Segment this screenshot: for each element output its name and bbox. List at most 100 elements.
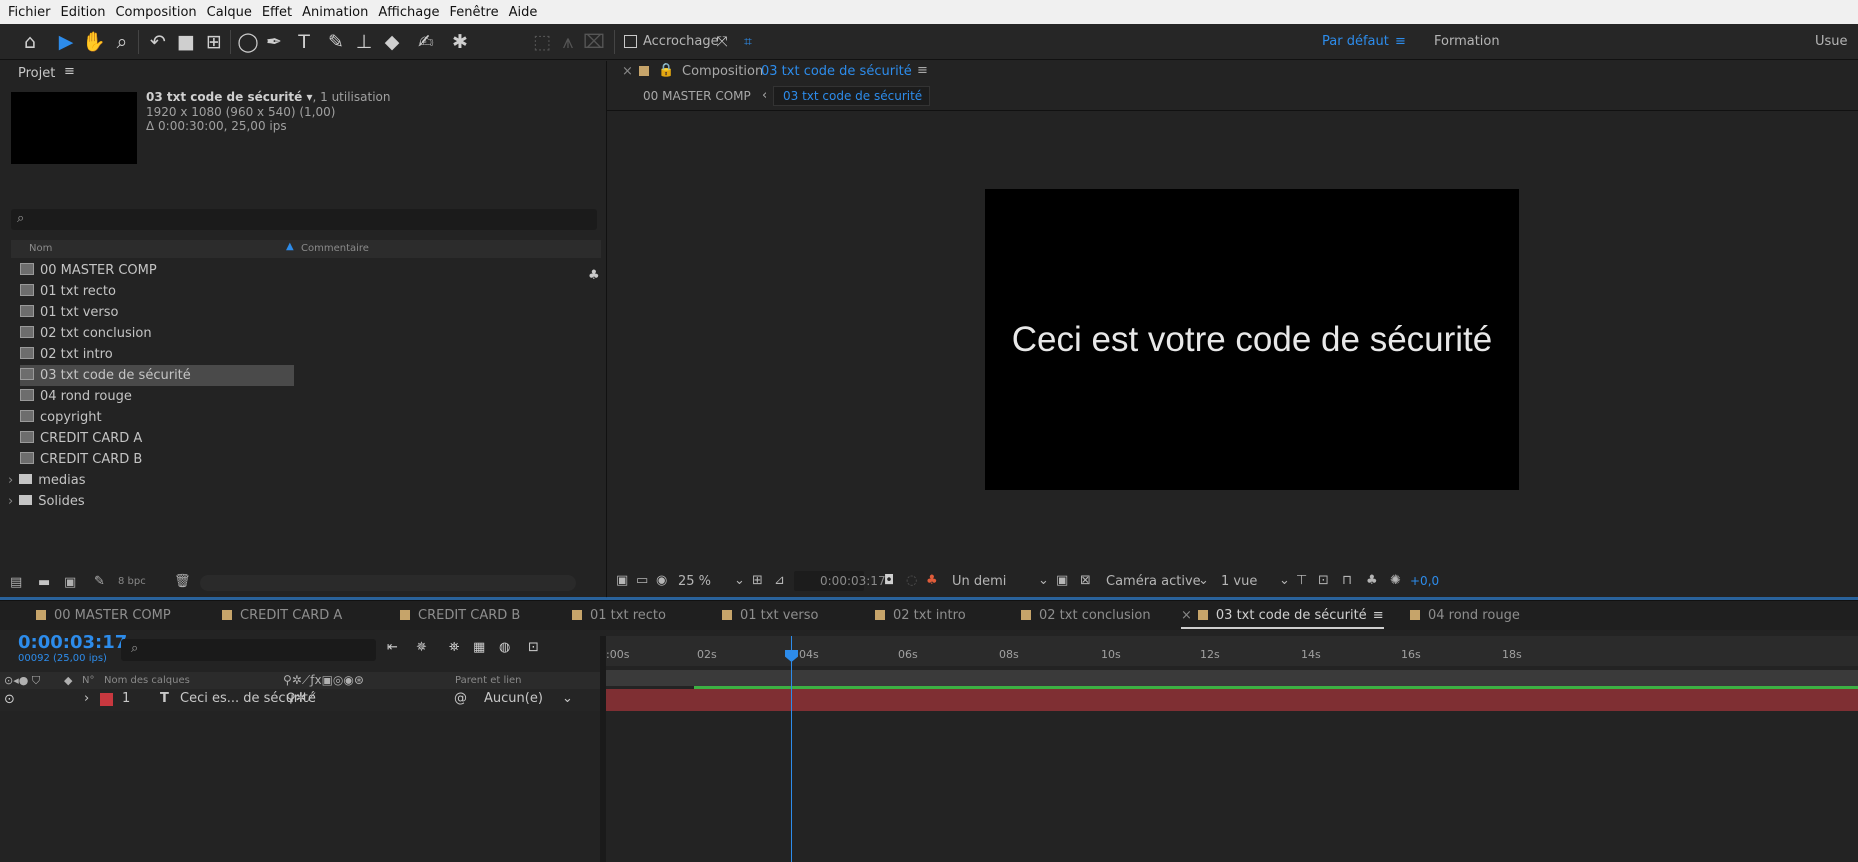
adjust-settings-icon[interactable]: ✎ — [94, 574, 105, 589]
project-item-selected[interactable]: 03 txt code de sécurité — [20, 365, 294, 386]
fast-previews-icon[interactable]: ⊡ — [1318, 573, 1329, 588]
chevron-down-icon[interactable]: ⌄ — [1038, 573, 1049, 588]
project-item[interactable]: 01 txt verso — [20, 302, 585, 323]
project-item[interactable]: copyright — [20, 407, 585, 428]
column-name[interactable]: Nom — [29, 243, 52, 254]
shy-layers-icon[interactable]: ⛯ — [449, 640, 459, 655]
axis-local-icon[interactable]: ⬚ — [530, 31, 554, 53]
rotate-tool-icon[interactable]: ↶ — [146, 31, 170, 53]
monitor-icon[interactable]: ▭ — [636, 573, 648, 588]
flowchart-icon[interactable]: ♣ — [1366, 573, 1378, 588]
interpret-footage-icon[interactable]: ▤ — [10, 575, 22, 590]
menu-affichage[interactable]: Affichage — [378, 5, 439, 20]
ellipse-tool-icon[interactable]: ◯ — [236, 31, 260, 53]
timeline-tab[interactable]: 01 txt verso — [722, 608, 818, 623]
project-item[interactable]: CREDIT CARD B — [20, 449, 585, 470]
color-channels-icon[interactable]: ♣ — [926, 573, 938, 588]
axis-world-icon[interactable]: ⩚ — [556, 31, 580, 53]
layer-row[interactable]: ⊙ › 1 T Ceci es... de sécurité ⚲✲⟋ @ Auc… — [0, 689, 600, 711]
selection-tool-icon[interactable]: ▶ — [54, 31, 78, 53]
graph-editor-icon[interactable]: ⊡ — [528, 640, 539, 655]
menu-edition[interactable]: Edition — [61, 5, 106, 20]
text-tool-icon[interactable]: T — [292, 31, 316, 53]
pick-whip-icon[interactable]: @ — [454, 691, 467, 706]
pan-behind-tool-icon[interactable]: ⊞ — [202, 31, 226, 53]
roto-brush-tool-icon[interactable]: ✍ — [414, 31, 438, 53]
chevron-down-icon[interactable]: ⌄ — [562, 691, 573, 706]
project-menu-icon[interactable]: ≡ — [64, 64, 75, 79]
pen-tool-icon[interactable]: ✒ — [262, 31, 286, 53]
toggle-pixel-aspect-icon[interactable]: ⊤ — [1296, 573, 1307, 588]
home-icon[interactable]: ⌂ — [18, 31, 42, 53]
menu-animation[interactable]: Animation — [302, 5, 368, 20]
draft-3d-icon[interactable]: ✵ — [416, 640, 427, 655]
project-item[interactable]: 00 MASTER COMP — [20, 260, 585, 281]
view-layout-value[interactable]: 1 vue — [1221, 574, 1257, 589]
transparency-grid-icon[interactable]: ⊠ — [1080, 573, 1091, 588]
clone-stamp-tool-icon[interactable]: ⊥ — [352, 31, 376, 53]
project-item[interactable]: CREDIT CARD A — [20, 428, 585, 449]
chevron-down-icon[interactable]: ⌄ — [1279, 573, 1290, 588]
workspace-other[interactable]: Usue — [1815, 34, 1848, 49]
workspace-menu-icon[interactable]: ≡ — [1395, 34, 1406, 49]
motion-blur-icon[interactable]: ◍ — [499, 640, 510, 655]
menu-effet[interactable]: Effet — [262, 5, 292, 20]
project-scrollbar[interactable] — [200, 575, 576, 591]
puppet-tool-icon[interactable]: ✱ — [448, 31, 472, 53]
hand-tool-icon[interactable]: ✋ — [82, 31, 106, 53]
timeline-tab[interactable]: CREDIT CARD A — [222, 608, 342, 623]
chevron-down-icon[interactable]: ⌄ — [734, 573, 745, 588]
snapshot-camera-icon[interactable]: ◘ — [884, 573, 894, 588]
new-folder-icon[interactable]: ▬ — [38, 575, 50, 590]
mask-visibility-icon[interactable]: ◉ — [656, 573, 667, 588]
flowchart-icon[interactable]: ♣ — [588, 268, 600, 283]
project-folder[interactable]: › medias — [8, 470, 573, 491]
breadcrumb-current-box[interactable]: 03 txt code de sécurité — [773, 86, 930, 106]
project-folder[interactable]: › Solides — [8, 491, 573, 512]
timeline-tab-active[interactable]: × 03 txt code de sécurité ≡ — [1181, 608, 1384, 629]
expand-chevron-icon[interactable]: › — [84, 691, 89, 706]
project-item[interactable]: 02 txt conclusion — [20, 323, 585, 344]
layer-duration-bar[interactable] — [606, 689, 1858, 711]
timeline-tab[interactable]: 01 txt recto — [572, 608, 666, 623]
timeline-icon[interactable]: ⊓ — [1342, 573, 1352, 588]
region-of-interest-icon[interactable]: ▣ — [1056, 573, 1068, 588]
snap-icon[interactable]: ⤧ — [710, 31, 734, 53]
layer-label-color[interactable] — [100, 693, 113, 706]
comp-mini-flowchart-icon[interactable]: ⇤ — [387, 640, 398, 655]
new-composition-icon[interactable]: ▣ — [64, 575, 76, 590]
workspace-formation[interactable]: Formation — [1434, 34, 1500, 49]
timeline-search-input[interactable]: ⌕ — [121, 639, 376, 661]
expand-chevron-icon[interactable]: › — [8, 494, 13, 509]
timeline-tab[interactable]: 00 MASTER COMP — [36, 608, 171, 623]
breadcrumb-parent[interactable]: 00 MASTER COMP — [643, 89, 751, 103]
zoom-tool-icon[interactable]: ⌕ — [110, 31, 134, 53]
axis-view-icon[interactable]: ⌧ — [582, 31, 606, 53]
timeline-tab[interactable]: 04 rond rouge — [1410, 608, 1520, 623]
close-tab-icon[interactable]: × — [1181, 608, 1192, 623]
timeline-tab[interactable]: CREDIT CARD B — [400, 608, 520, 623]
current-time-display[interactable]: 0:00:03:17 — [18, 632, 127, 653]
snap-options-icon[interactable]: ⌗ — [736, 31, 760, 53]
layer-switches-icons[interactable]: ⚲✲⟋ — [286, 691, 316, 706]
timeline-tab[interactable]: 02 txt conclusion — [1021, 608, 1151, 623]
chevron-down-icon[interactable]: ⌄ — [1198, 573, 1209, 588]
project-item[interactable]: 01 txt recto — [20, 281, 585, 302]
viewer-tab-name[interactable]: 03 txt code de sécurité — [761, 64, 912, 79]
eraser-tool-icon[interactable]: ◆ — [380, 31, 404, 53]
exposure-value[interactable]: +0,0 — [1410, 574, 1439, 588]
snapping-checkbox[interactable] — [624, 35, 637, 48]
viewer-timecode[interactable]: 0:00:03:17 — [794, 571, 886, 591]
column-layer-name[interactable]: Nom des calques — [104, 675, 190, 686]
zoom-level[interactable]: 25 % — [678, 574, 711, 589]
playhead-line[interactable] — [791, 636, 792, 862]
project-search-input[interactable]: ⌕ — [11, 209, 597, 230]
lock-icon[interactable]: 🔒 — [658, 63, 674, 78]
composition-canvas[interactable]: Ceci est votre code de sécurité — [985, 189, 1519, 490]
timeline-splitter[interactable] — [600, 636, 606, 862]
always-preview-icon[interactable]: ▣ — [616, 573, 628, 588]
work-area-bar[interactable] — [606, 670, 1858, 686]
exposure-reset-icon[interactable]: ✺ — [1390, 573, 1401, 588]
video-visibility-icon[interactable]: ⊙ — [4, 692, 15, 707]
grid-guides-icon[interactable]: ⊿ — [774, 573, 785, 588]
